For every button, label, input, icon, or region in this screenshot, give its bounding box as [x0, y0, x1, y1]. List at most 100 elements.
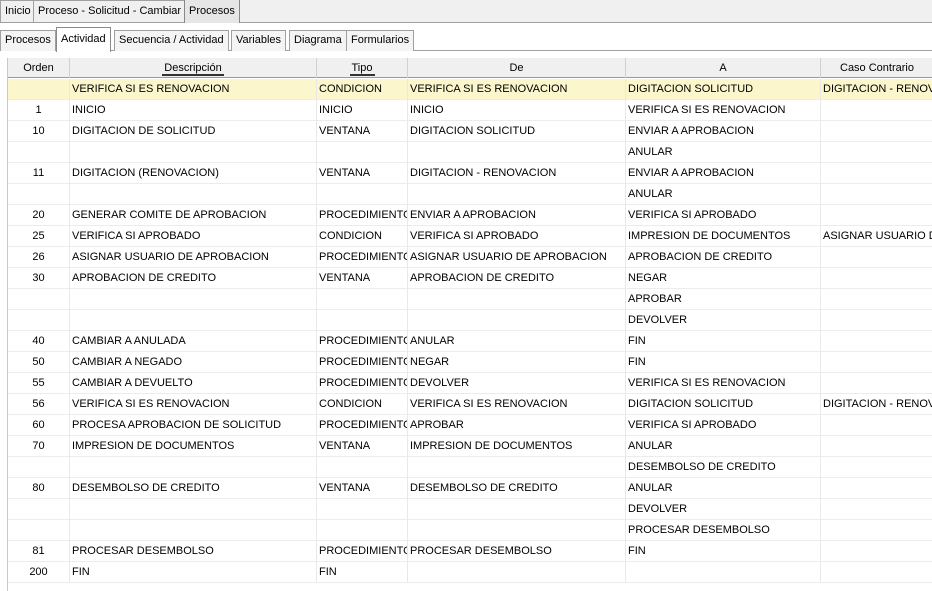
cell-caso-contrario[interactable] [821, 142, 932, 163]
cell-a[interactable]: ANULAR [626, 478, 821, 499]
cell-a[interactable]: FIN [626, 352, 821, 373]
cell-a[interactable]: VERIFICA SI ES RENOVACION [626, 100, 821, 121]
cell-tipo[interactable] [317, 457, 408, 478]
subtab-formularios[interactable]: Formularios [346, 30, 415, 51]
cell-a[interactable]: DIGITACION SOLICITUD [626, 394, 821, 415]
cell-orden[interactable]: 50 [8, 352, 70, 373]
cell-de[interactable]: IMPRESION DE DOCUMENTOS [408, 436, 626, 457]
cell-descripcion[interactable] [70, 499, 317, 520]
header-caso-contrario[interactable]: Caso Contrario [821, 58, 932, 78]
cell-tipo[interactable]: VENTANA [317, 436, 408, 457]
cell-orden[interactable]: 60 [8, 415, 70, 436]
cell-caso-contrario[interactable] [821, 247, 932, 268]
cell-caso-contrario[interactable] [821, 415, 932, 436]
cell-orden[interactable] [8, 184, 70, 205]
cell-orden[interactable]: 80 [8, 478, 70, 499]
cell-descripcion[interactable]: APROBACION DE CREDITO [70, 268, 317, 289]
cell-descripcion[interactable]: DIGITACION DE SOLICITUD [70, 121, 317, 142]
cell-de[interactable] [408, 184, 626, 205]
cell-a[interactable]: VERIFICA SI APROBADO [626, 415, 821, 436]
cell-descripcion[interactable]: DESEMBOLSO DE CREDITO [70, 478, 317, 499]
cell-de[interactable]: DIGITACION SOLICITUD [408, 121, 626, 142]
cell-caso-contrario[interactable] [821, 541, 932, 562]
cell-tipo[interactable]: INICIO [317, 100, 408, 121]
cell-tipo[interactable] [317, 142, 408, 163]
cell-a[interactable]: VERIFICA SI APROBADO [626, 205, 821, 226]
cell-de[interactable] [408, 499, 626, 520]
cell-orden[interactable] [8, 142, 70, 163]
cell-descripcion[interactable]: PROCESA APROBACION DE SOLICITUD [70, 415, 317, 436]
cell-tipo[interactable]: VENTANA [317, 121, 408, 142]
cell-caso-contrario[interactable] [821, 100, 932, 121]
cell-tipo[interactable]: PROCEDIMIENTO [317, 541, 408, 562]
subtab-variables[interactable]: Variables [231, 30, 287, 51]
cell-tipo[interactable]: VENTANA [317, 268, 408, 289]
cell-orden[interactable]: 56 [8, 394, 70, 415]
cell-de[interactable] [408, 310, 626, 331]
cell-orden[interactable]: 55 [8, 373, 70, 394]
table-row[interactable]: ANULAR [8, 142, 932, 163]
table-row[interactable]: 26 ASIGNAR USUARIO DE APROBACION PROCEDIMI… [8, 247, 932, 268]
cell-descripcion[interactable]: CAMBIAR A ANULADA [70, 331, 317, 352]
cell-orden[interactable]: 11 [8, 163, 70, 184]
cell-caso-contrario[interactable] [821, 520, 932, 541]
cell-a[interactable]: ENVIAR A APROBACION [626, 163, 821, 184]
table-row[interactable]: 1 INICIO INICIO INICIO VERIFICA SI ES RENOVA… [8, 100, 932, 121]
cell-descripcion[interactable] [70, 184, 317, 205]
cell-tipo[interactable]: PROCEDIMIENTO [317, 247, 408, 268]
cell-caso-contrario[interactable] [821, 184, 932, 205]
cell-tipo[interactable] [317, 520, 408, 541]
table-row[interactable]: 50 CAMBIAR A NEGADO PROCEDIMIENTO NEGAR FIN [8, 352, 932, 373]
header-de[interactable]: De [408, 58, 626, 78]
cell-de[interactable] [408, 457, 626, 478]
subtab-actividad[interactable]: Actividad [56, 27, 111, 52]
table-row[interactable]: ANULAR [8, 184, 932, 205]
cell-a[interactable]: APROBACION DE CREDITO [626, 247, 821, 268]
header-tipo[interactable]: Tipo [317, 58, 408, 78]
cell-a[interactable]: ANULAR [626, 142, 821, 163]
cell-a[interactable]: PROCESAR DESEMBOLSO [626, 520, 821, 541]
cell-de[interactable]: APROBACION DE CREDITO [408, 268, 626, 289]
cell-tipo[interactable]: PROCEDIMIENTO [317, 205, 408, 226]
table-row[interactable]: DESEMBOLSO DE CREDITO [8, 457, 932, 478]
cell-tipo[interactable]: FIN [317, 562, 408, 583]
cell-orden[interactable] [8, 520, 70, 541]
table-row[interactable]: DEVOLVER [8, 310, 932, 331]
cell-orden[interactable] [8, 79, 70, 100]
cell-a[interactable]: DIGITACION SOLICITUD [626, 79, 821, 100]
table-row[interactable]: 80 DESEMBOLSO DE CREDITO VENTANA DESEMBOLSO… [8, 478, 932, 499]
cell-descripcion[interactable]: ASIGNAR USUARIO DE APROBACION [70, 247, 317, 268]
cell-a[interactable]: FIN [626, 541, 821, 562]
cell-orden[interactable]: 25 [8, 226, 70, 247]
cell-a[interactable]: DEVOLVER [626, 310, 821, 331]
subtab-secuencia-actividad[interactable]: Secuencia / Actividad [114, 30, 229, 51]
cell-caso-contrario[interactable]: DIGITACION - RENOVAC [821, 394, 932, 415]
header-orden[interactable]: Orden [8, 58, 70, 78]
cell-caso-contrario[interactable] [821, 331, 932, 352]
cell-caso-contrario[interactable]: DIGITACION - RENOVAC [821, 79, 932, 100]
cell-orden[interactable]: 200 [8, 562, 70, 583]
tab-procesos[interactable]: Procesos [184, 0, 240, 23]
cell-caso-contrario[interactable] [821, 268, 932, 289]
table-row[interactable]: 10 DIGITACION DE SOLICITUD VENTANA DIGITACI… [8, 121, 932, 142]
cell-a[interactable]: DESEMBOLSO DE CREDITO [626, 457, 821, 478]
cell-orden[interactable] [8, 457, 70, 478]
cell-orden[interactable]: 20 [8, 205, 70, 226]
cell-descripcion[interactable]: IMPRESION DE DOCUMENTOS [70, 436, 317, 457]
cell-descripcion[interactable] [70, 142, 317, 163]
cell-tipo[interactable]: VENTANA [317, 478, 408, 499]
cell-orden[interactable]: 30 [8, 268, 70, 289]
cell-caso-contrario[interactable] [821, 163, 932, 184]
cell-descripcion[interactable]: VERIFICA SI ES RENOVACION [70, 79, 317, 100]
cell-orden[interactable]: 1 [8, 100, 70, 121]
cell-a[interactable] [626, 562, 821, 583]
cell-descripcion[interactable]: CAMBIAR A DEVUELTO [70, 373, 317, 394]
cell-orden[interactable] [8, 310, 70, 331]
cell-de[interactable]: APROBAR [408, 415, 626, 436]
cell-orden[interactable] [8, 289, 70, 310]
cell-orden[interactable]: 26 [8, 247, 70, 268]
cell-a[interactable]: DEVOLVER [626, 499, 821, 520]
cell-caso-contrario[interactable] [821, 373, 932, 394]
table-row[interactable]: 40 CAMBIAR A ANULADA PROCEDIMIENTO ANULAR FI… [8, 331, 932, 352]
cell-de[interactable]: DESEMBOLSO DE CREDITO [408, 478, 626, 499]
